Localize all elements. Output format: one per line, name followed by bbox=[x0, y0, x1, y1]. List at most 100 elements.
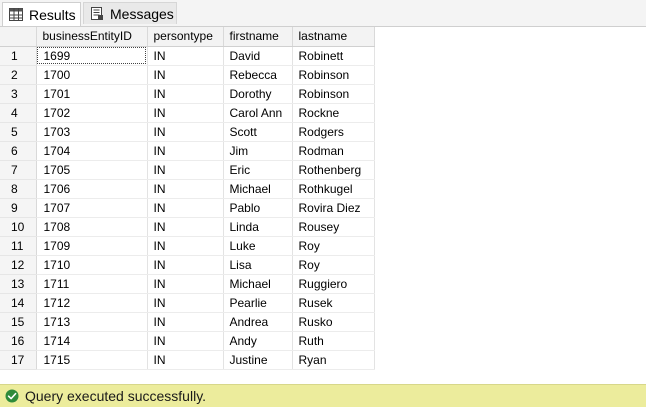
cell-lastname[interactable]: Rusek bbox=[292, 293, 375, 313]
cell-firstname[interactable]: Lisa bbox=[223, 255, 293, 275]
table-row[interactable]: 1 1699 IN David Robinett bbox=[0, 46, 375, 66]
table-row[interactable]: 9 1707 IN Pablo Rovira Diez bbox=[0, 198, 375, 218]
cell-businessentityid[interactable]: 1706 bbox=[36, 179, 148, 199]
cell-persontype[interactable]: IN bbox=[147, 198, 224, 218]
cell-persontype[interactable]: IN bbox=[147, 236, 224, 256]
cell-businessentityid[interactable]: 1705 bbox=[36, 160, 148, 180]
cell-lastname[interactable]: Rusko bbox=[292, 312, 375, 332]
cell-lastname[interactable]: Robinson bbox=[292, 65, 375, 85]
row-number-cell[interactable]: 2 bbox=[0, 65, 37, 85]
cell-businessentityid[interactable]: 1710 bbox=[36, 255, 148, 275]
cell-lastname[interactable]: Rothenberg bbox=[292, 160, 375, 180]
table-row[interactable]: 5 1703 IN Scott Rodgers bbox=[0, 122, 375, 142]
cell-businessentityid[interactable]: 1700 bbox=[36, 65, 148, 85]
cell-firstname[interactable]: Justine bbox=[223, 350, 293, 370]
table-row[interactable]: 17 1715 IN Justine Ryan bbox=[0, 350, 375, 370]
cell-businessentityid[interactable]: 1701 bbox=[36, 84, 148, 104]
cell-businessentityid[interactable]: 1707 bbox=[36, 198, 148, 218]
row-number-cell[interactable]: 6 bbox=[0, 141, 37, 161]
row-number-cell[interactable]: 17 bbox=[0, 350, 37, 370]
cell-businessentityid[interactable]: 1708 bbox=[36, 217, 148, 237]
column-header-businessentityid[interactable]: businessEntityID bbox=[36, 27, 148, 47]
cell-persontype[interactable]: IN bbox=[147, 217, 224, 237]
cell-persontype[interactable]: IN bbox=[147, 160, 224, 180]
cell-lastname[interactable]: Rockne bbox=[292, 103, 375, 123]
cell-persontype[interactable]: IN bbox=[147, 350, 224, 370]
tab-results[interactable]: Results bbox=[2, 2, 81, 26]
cell-firstname[interactable]: David bbox=[223, 46, 293, 66]
cell-persontype[interactable]: IN bbox=[147, 274, 224, 294]
row-number-cell[interactable]: 1 bbox=[0, 46, 37, 66]
cell-persontype[interactable]: IN bbox=[147, 293, 224, 313]
cell-firstname[interactable]: Eric bbox=[223, 160, 293, 180]
cell-lastname[interactable]: Robinson bbox=[292, 84, 375, 104]
cell-firstname[interactable]: Linda bbox=[223, 217, 293, 237]
table-row[interactable]: 13 1711 IN Michael Ruggiero bbox=[0, 274, 375, 294]
cell-persontype[interactable]: IN bbox=[147, 84, 224, 104]
table-row[interactable]: 16 1714 IN Andy Ruth bbox=[0, 331, 375, 351]
row-number-cell[interactable]: 7 bbox=[0, 160, 37, 180]
table-row[interactable]: 14 1712 IN Pearlie Rusek bbox=[0, 293, 375, 313]
cell-businessentityid[interactable]: 1712 bbox=[36, 293, 148, 313]
cell-lastname[interactable]: Roy bbox=[292, 236, 375, 256]
table-row[interactable]: 11 1709 IN Luke Roy bbox=[0, 236, 375, 256]
row-number-cell[interactable]: 16 bbox=[0, 331, 37, 351]
cell-businessentityid[interactable]: 1714 bbox=[36, 331, 148, 351]
cell-lastname[interactable]: Rovira Diez bbox=[292, 198, 375, 218]
row-number-cell[interactable]: 13 bbox=[0, 274, 37, 294]
results-grid[interactable]: businessEntityID persontype firstname la… bbox=[0, 26, 646, 381]
table-row[interactable]: 7 1705 IN Eric Rothenberg bbox=[0, 160, 375, 180]
cell-firstname[interactable]: Carol Ann bbox=[223, 103, 293, 123]
cell-persontype[interactable]: IN bbox=[147, 312, 224, 332]
cell-lastname[interactable]: Roy bbox=[292, 255, 375, 275]
table-row[interactable]: 15 1713 IN Andrea Rusko bbox=[0, 312, 375, 332]
row-number-cell[interactable]: 8 bbox=[0, 179, 37, 199]
table-row[interactable]: 3 1701 IN Dorothy Robinson bbox=[0, 84, 375, 104]
row-number-cell[interactable]: 11 bbox=[0, 236, 37, 256]
row-number-cell[interactable]: 15 bbox=[0, 312, 37, 332]
cell-lastname[interactable]: Robinett bbox=[292, 46, 375, 66]
cell-lastname[interactable]: Ruggiero bbox=[292, 274, 375, 294]
cell-firstname[interactable]: Scott bbox=[223, 122, 293, 142]
cell-persontype[interactable]: IN bbox=[147, 331, 224, 351]
cell-businessentityid[interactable]: 1699 bbox=[36, 46, 148, 66]
table-row[interactable]: 10 1708 IN Linda Rousey bbox=[0, 217, 375, 237]
grid-corner-cell[interactable] bbox=[0, 27, 37, 47]
table-row[interactable]: 6 1704 IN Jim Rodman bbox=[0, 141, 375, 161]
cell-firstname[interactable]: Rebecca bbox=[223, 65, 293, 85]
row-number-cell[interactable]: 5 bbox=[0, 122, 37, 142]
table-row[interactable]: 12 1710 IN Lisa Roy bbox=[0, 255, 375, 275]
cell-persontype[interactable]: IN bbox=[147, 46, 224, 66]
cell-persontype[interactable]: IN bbox=[147, 65, 224, 85]
row-number-cell[interactable]: 4 bbox=[0, 103, 37, 123]
cell-businessentityid[interactable]: 1713 bbox=[36, 312, 148, 332]
row-number-cell[interactable]: 10 bbox=[0, 217, 37, 237]
cell-businessentityid[interactable]: 1711 bbox=[36, 274, 148, 294]
cell-firstname[interactable]: Pablo bbox=[223, 198, 293, 218]
row-number-cell[interactable]: 14 bbox=[0, 293, 37, 313]
row-number-cell[interactable]: 3 bbox=[0, 84, 37, 104]
cell-businessentityid[interactable]: 1703 bbox=[36, 122, 148, 142]
cell-persontype[interactable]: IN bbox=[147, 179, 224, 199]
cell-firstname[interactable]: Michael bbox=[223, 274, 293, 294]
cell-businessentityid[interactable]: 1715 bbox=[36, 350, 148, 370]
cell-businessentityid[interactable]: 1702 bbox=[36, 103, 148, 123]
row-number-cell[interactable]: 9 bbox=[0, 198, 37, 218]
cell-businessentityid[interactable]: 1704 bbox=[36, 141, 148, 161]
table-row[interactable]: 2 1700 IN Rebecca Robinson bbox=[0, 65, 375, 85]
cell-persontype[interactable]: IN bbox=[147, 103, 224, 123]
cell-firstname[interactable]: Andy bbox=[223, 331, 293, 351]
cell-lastname[interactable]: Rousey bbox=[292, 217, 375, 237]
cell-firstname[interactable]: Jim bbox=[223, 141, 293, 161]
table-row[interactable]: 4 1702 IN Carol Ann Rockne bbox=[0, 103, 375, 123]
cell-businessentityid[interactable]: 1709 bbox=[36, 236, 148, 256]
cell-lastname[interactable]: Rothkugel bbox=[292, 179, 375, 199]
cell-firstname[interactable]: Pearlie bbox=[223, 293, 293, 313]
cell-lastname[interactable]: Ruth bbox=[292, 331, 375, 351]
row-number-cell[interactable]: 12 bbox=[0, 255, 37, 275]
column-header-persontype[interactable]: persontype bbox=[147, 27, 224, 47]
cell-firstname[interactable]: Luke bbox=[223, 236, 293, 256]
column-header-lastname[interactable]: lastname bbox=[292, 27, 375, 47]
cell-persontype[interactable]: IN bbox=[147, 141, 224, 161]
table-row[interactable]: 8 1706 IN Michael Rothkugel bbox=[0, 179, 375, 199]
